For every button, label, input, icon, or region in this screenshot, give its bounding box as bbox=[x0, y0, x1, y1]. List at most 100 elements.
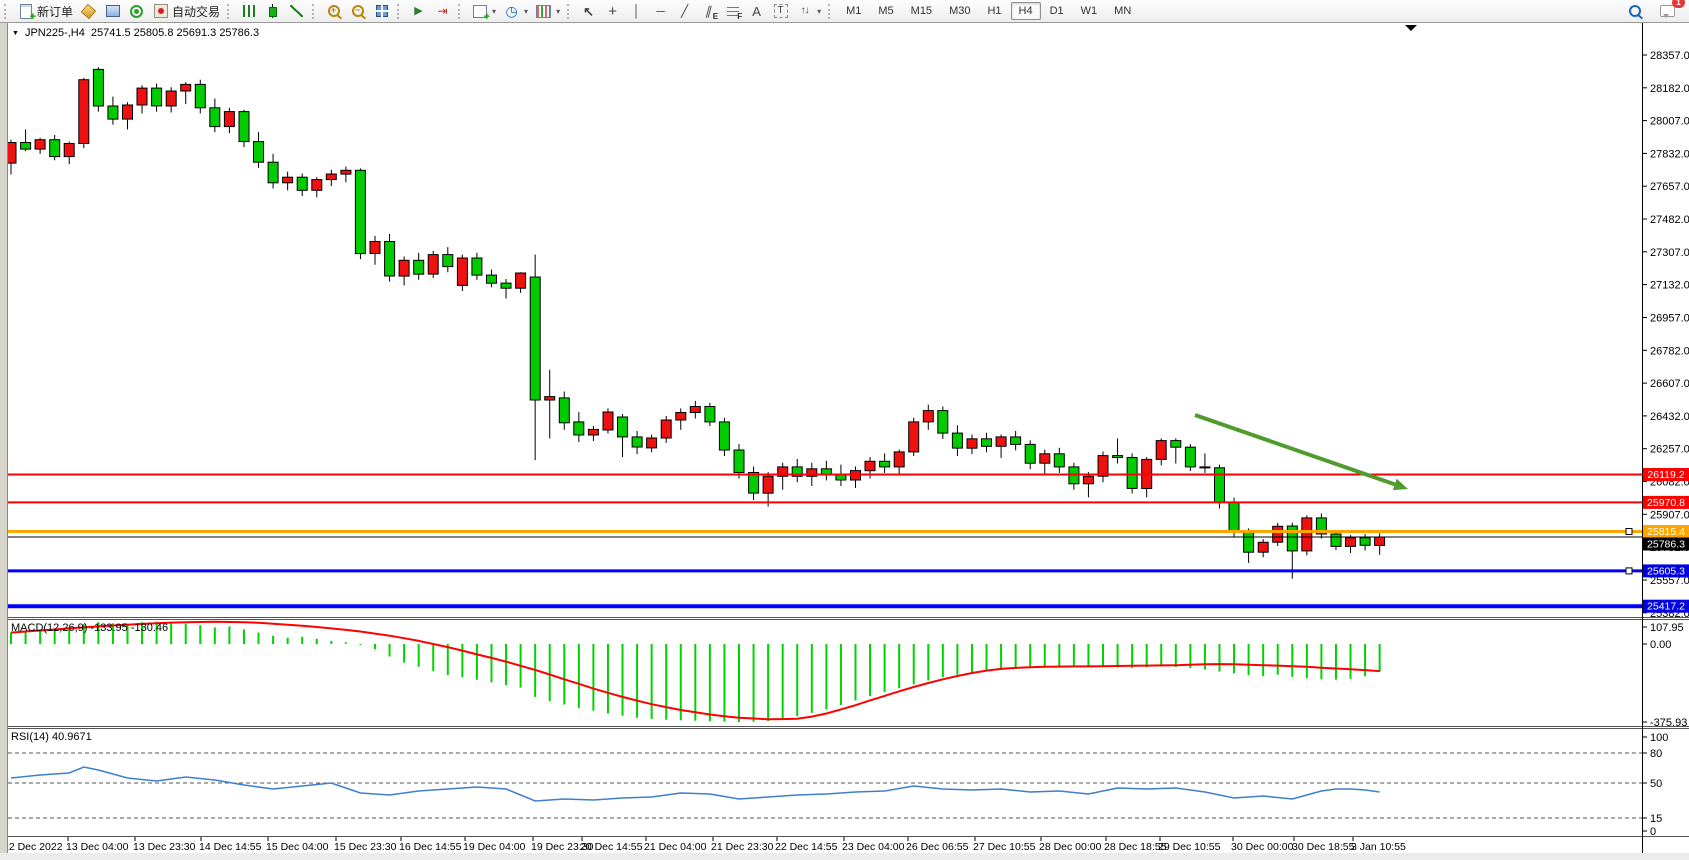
bar-chart-button[interactable] bbox=[237, 1, 260, 21]
text-button[interactable]: A bbox=[745, 1, 768, 21]
auto-scroll-button[interactable]: ▶ bbox=[407, 1, 430, 21]
timeframe-button-d1[interactable]: D1 bbox=[1042, 2, 1072, 20]
svg-text:50: 50 bbox=[1650, 778, 1662, 790]
button-label: 新订单 bbox=[37, 3, 73, 20]
trendline-icon: ╱ bbox=[676, 3, 693, 19]
fibonacci-icon: F bbox=[724, 3, 741, 19]
chart-region: 28357.028182.028007.027832.027657.027482… bbox=[0, 22, 1689, 853]
macd-indicator-label: MACD(12,26,9) -133.95 -130.46 bbox=[11, 622, 168, 634]
svg-text:23 Dec 04:00: 23 Dec 04:00 bbox=[842, 841, 905, 853]
toolbar-group-timeframes: M1M5M15M30H1H4D1W1MN bbox=[838, 2, 1139, 20]
vertical-line-button[interactable]: │ bbox=[625, 1, 648, 21]
svg-text:28007.0: 28007.0 bbox=[1650, 116, 1689, 128]
zoom-out-button[interactable]: − bbox=[346, 1, 369, 21]
svg-text:13 Dec 04:00: 13 Dec 04:00 bbox=[66, 841, 129, 853]
search-button[interactable] bbox=[1623, 1, 1646, 21]
tile-windows-button[interactable] bbox=[370, 1, 393, 21]
arrows-button[interactable]: ↑↓ ▾ bbox=[793, 1, 824, 21]
svg-text:27132.0: 27132.0 bbox=[1650, 280, 1689, 292]
chart-shift-button[interactable]: ⇥ bbox=[431, 1, 454, 21]
arrows-icon: ↑↓ bbox=[796, 3, 813, 19]
channel-button[interactable]: ∥E bbox=[697, 1, 720, 21]
chart-canvas[interactable]: 28357.028182.028007.027832.027657.027482… bbox=[0, 22, 1689, 853]
svg-text:100: 100 bbox=[1650, 732, 1668, 744]
cursor-icon: ↖ bbox=[580, 3, 597, 19]
symbol-dropdown-icon[interactable]: ▼ bbox=[12, 30, 19, 37]
svg-text:25907.0: 25907.0 bbox=[1650, 509, 1689, 521]
timeframe-button-m15[interactable]: M15 bbox=[903, 2, 940, 20]
svg-text:21 Dec 23:30: 21 Dec 23:30 bbox=[711, 841, 774, 853]
channel-icon: ∥E bbox=[700, 3, 717, 19]
text-label-button[interactable]: T bbox=[769, 1, 792, 21]
timeframe-button-h4[interactable]: H4 bbox=[1011, 2, 1041, 20]
templates-button[interactable]: ▾ bbox=[532, 1, 563, 21]
timeframe-button-m5[interactable]: M5 bbox=[870, 2, 901, 20]
new-order-button[interactable]: +新订单 bbox=[14, 1, 76, 21]
svg-text:28182.0: 28182.0 bbox=[1650, 83, 1689, 95]
chart-shift-icon: ⇥ bbox=[434, 3, 451, 19]
new-chart-button[interactable]: +▾ bbox=[468, 1, 499, 21]
timeframe-button-m30[interactable]: M30 bbox=[941, 2, 978, 20]
candlestick-chart-button[interactable] bbox=[261, 1, 284, 21]
toolbar-group-scroll: ▶⇥ bbox=[407, 1, 454, 21]
toolbar-group-chart-type bbox=[237, 1, 308, 21]
svg-text:26119.2: 26119.2 bbox=[1647, 469, 1684, 481]
chart-symbol-period: JPN225-,H4 bbox=[25, 27, 85, 39]
timeframe-button-w1[interactable]: W1 bbox=[1073, 2, 1106, 20]
crosshair-button[interactable]: + bbox=[601, 1, 624, 21]
svg-text:26432.0: 26432.0 bbox=[1650, 411, 1689, 423]
svg-text:15 Dec 23:30: 15 Dec 23:30 bbox=[334, 841, 397, 853]
svg-text:26257.0: 26257.0 bbox=[1650, 444, 1689, 456]
chat-button[interactable]: 1 bbox=[1656, 1, 1679, 21]
svg-text:27 Dec 10:55: 27 Dec 10:55 bbox=[973, 841, 1036, 853]
zoom-in-button[interactable]: + bbox=[322, 1, 345, 21]
svg-text:25970.8: 25970.8 bbox=[1647, 497, 1685, 509]
toolbar-grip bbox=[227, 4, 233, 19]
svg-text:12 Dec 2022: 12 Dec 2022 bbox=[3, 841, 63, 853]
left-panel-splitter[interactable] bbox=[0, 22, 8, 853]
toolbar-right: 1 bbox=[1623, 1, 1689, 21]
crosshair-icon: + bbox=[604, 3, 621, 19]
market-watch-button[interactable] bbox=[77, 1, 100, 21]
profiles-button[interactable] bbox=[101, 1, 124, 21]
chevron-down-icon[interactable]: ▾ bbox=[524, 7, 528, 16]
fibonacci-button[interactable]: F bbox=[721, 1, 744, 21]
timeframe-button-m1[interactable]: M1 bbox=[838, 2, 869, 20]
algo-trading-button[interactable]: 自动交易 bbox=[149, 1, 223, 21]
svg-text:13 Dec 23:30: 13 Dec 23:30 bbox=[133, 841, 196, 853]
toolbar-grip bbox=[397, 4, 403, 19]
trendline-button[interactable]: ╱ bbox=[673, 1, 696, 21]
market-watch-icon bbox=[80, 3, 97, 19]
candlestick-chart-icon bbox=[264, 3, 281, 19]
profiles-icon bbox=[104, 3, 121, 19]
mt4-window: +新订单自动交易+−▶⇥+▾◷▾▾↖+│─╱∥EFAT↑↓▾M1M5M15M30… bbox=[0, 0, 1689, 860]
svg-text:80: 80 bbox=[1650, 748, 1662, 760]
timeframe-button-mn[interactable]: MN bbox=[1106, 2, 1139, 20]
svg-text:20 Dec 14:55: 20 Dec 14:55 bbox=[580, 841, 643, 853]
period-button[interactable]: ◷▾ bbox=[500, 1, 531, 21]
timeframe-button-h1[interactable]: H1 bbox=[979, 2, 1009, 20]
signals-icon bbox=[128, 3, 145, 19]
horizontal-line-button[interactable]: ─ bbox=[649, 1, 672, 21]
cursor-button[interactable]: ↖ bbox=[577, 1, 600, 21]
line-chart-button[interactable] bbox=[285, 1, 308, 21]
chevron-down-icon[interactable]: ▾ bbox=[492, 7, 496, 16]
svg-text:26782.0: 26782.0 bbox=[1650, 345, 1689, 357]
signals-button[interactable] bbox=[125, 1, 148, 21]
svg-text:29 Dec 10:55: 29 Dec 10:55 bbox=[1158, 841, 1221, 853]
horizontal-line-icon: ─ bbox=[652, 3, 669, 19]
svg-text:21 Dec 04:00: 21 Dec 04:00 bbox=[644, 841, 707, 853]
zoom-in-icon: + bbox=[325, 3, 342, 19]
svg-text:25417.2: 25417.2 bbox=[1647, 601, 1685, 613]
toolbar-grip bbox=[567, 4, 573, 19]
svg-text:16 Dec 14:55: 16 Dec 14:55 bbox=[399, 841, 462, 853]
toolbar-grip bbox=[4, 4, 10, 19]
svg-text:27832.0: 27832.0 bbox=[1650, 148, 1689, 160]
chevron-down-icon[interactable]: ▾ bbox=[556, 7, 560, 16]
toolbar-grip bbox=[458, 4, 464, 19]
chevron-down-icon[interactable]: ▾ bbox=[817, 7, 821, 16]
svg-text:0: 0 bbox=[1650, 826, 1656, 838]
svg-text:30 Dec 00:00: 30 Dec 00:00 bbox=[1231, 841, 1294, 853]
svg-text:107.95: 107.95 bbox=[1650, 622, 1684, 634]
svg-text:0.00: 0.00 bbox=[1650, 639, 1671, 651]
